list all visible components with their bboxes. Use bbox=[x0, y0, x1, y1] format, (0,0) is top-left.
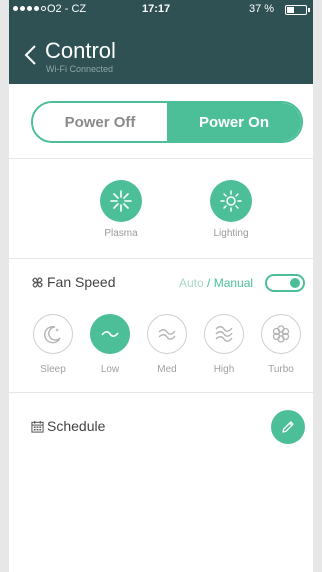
status-time: 17:17 bbox=[142, 3, 171, 15]
moon-icon[interactable] bbox=[33, 314, 73, 354]
power-off-button[interactable]: Power Off bbox=[33, 103, 167, 141]
speed-option-high[interactable]: High bbox=[202, 314, 246, 375]
speed-option-med[interactable]: Med bbox=[145, 314, 189, 375]
speed-option-turbo[interactable]: Turbo bbox=[259, 314, 303, 375]
mode-separator: / bbox=[203, 276, 214, 290]
power-on-button[interactable]: Power On bbox=[167, 103, 301, 141]
speed-label: Turbo bbox=[268, 364, 294, 375]
plasma-control[interactable]: Plasma bbox=[81, 180, 161, 239]
schedule-title: Schedule bbox=[31, 418, 105, 434]
speed-option-sleep[interactable]: Sleep bbox=[31, 314, 75, 375]
waves-2-icon[interactable] bbox=[147, 314, 187, 354]
page-title: Control bbox=[45, 38, 116, 63]
fan-icon bbox=[32, 276, 43, 288]
divider bbox=[9, 158, 313, 159]
lighting-label: Lighting bbox=[213, 228, 249, 239]
schedule-label: Schedule bbox=[47, 418, 106, 434]
top-bar: O2 - CZ 17:17 37 % Control Wi-Fi Connect… bbox=[9, 0, 313, 84]
fan-speed-title: Fan Speed bbox=[31, 274, 116, 290]
fan-speed-label: Fan Speed bbox=[47, 274, 116, 290]
divider bbox=[9, 392, 313, 393]
fan-mode-toggle[interactable] bbox=[265, 274, 305, 292]
speed-label: Low bbox=[100, 364, 120, 375]
divider bbox=[9, 258, 313, 259]
waves-3-icon[interactable] bbox=[204, 314, 244, 354]
carrier-label: O2 - CZ bbox=[47, 3, 87, 15]
lighting-control[interactable]: Lighting bbox=[191, 180, 271, 239]
wave-icon[interactable] bbox=[90, 314, 130, 354]
battery-percent: 37 % bbox=[249, 3, 275, 15]
chevron-left-icon[interactable] bbox=[23, 44, 37, 66]
speed-label: Med bbox=[157, 364, 177, 375]
fan-mode-text: Auto / Manual bbox=[179, 276, 253, 290]
signal-dots bbox=[13, 6, 46, 11]
plasma-icon[interactable] bbox=[100, 180, 142, 222]
speed-label: Sleep bbox=[40, 364, 66, 375]
mode-auto-label: Auto bbox=[179, 276, 204, 290]
pencil-icon bbox=[282, 421, 294, 433]
connection-status: Wi-Fi Connected bbox=[46, 64, 114, 74]
power-toggle[interactable]: Power Off Power On bbox=[31, 101, 303, 143]
speed-option-low[interactable]: Low bbox=[88, 314, 132, 375]
status-bar: O2 - CZ 17:17 37 % bbox=[9, 0, 313, 20]
mode-manual-label: Manual bbox=[213, 276, 254, 290]
speed-label: High bbox=[213, 364, 235, 375]
calendar-icon bbox=[31, 420, 44, 433]
edit-schedule-button[interactable] bbox=[271, 410, 305, 444]
plasma-label: Plasma bbox=[104, 228, 138, 239]
battery-icon bbox=[285, 5, 310, 15]
phone-screen: O2 - CZ 17:17 37 % Control Wi-Fi Connect… bbox=[9, 0, 313, 572]
flower-icon[interactable] bbox=[261, 314, 301, 354]
toggle-knob bbox=[290, 278, 300, 288]
sun-icon[interactable] bbox=[210, 180, 252, 222]
